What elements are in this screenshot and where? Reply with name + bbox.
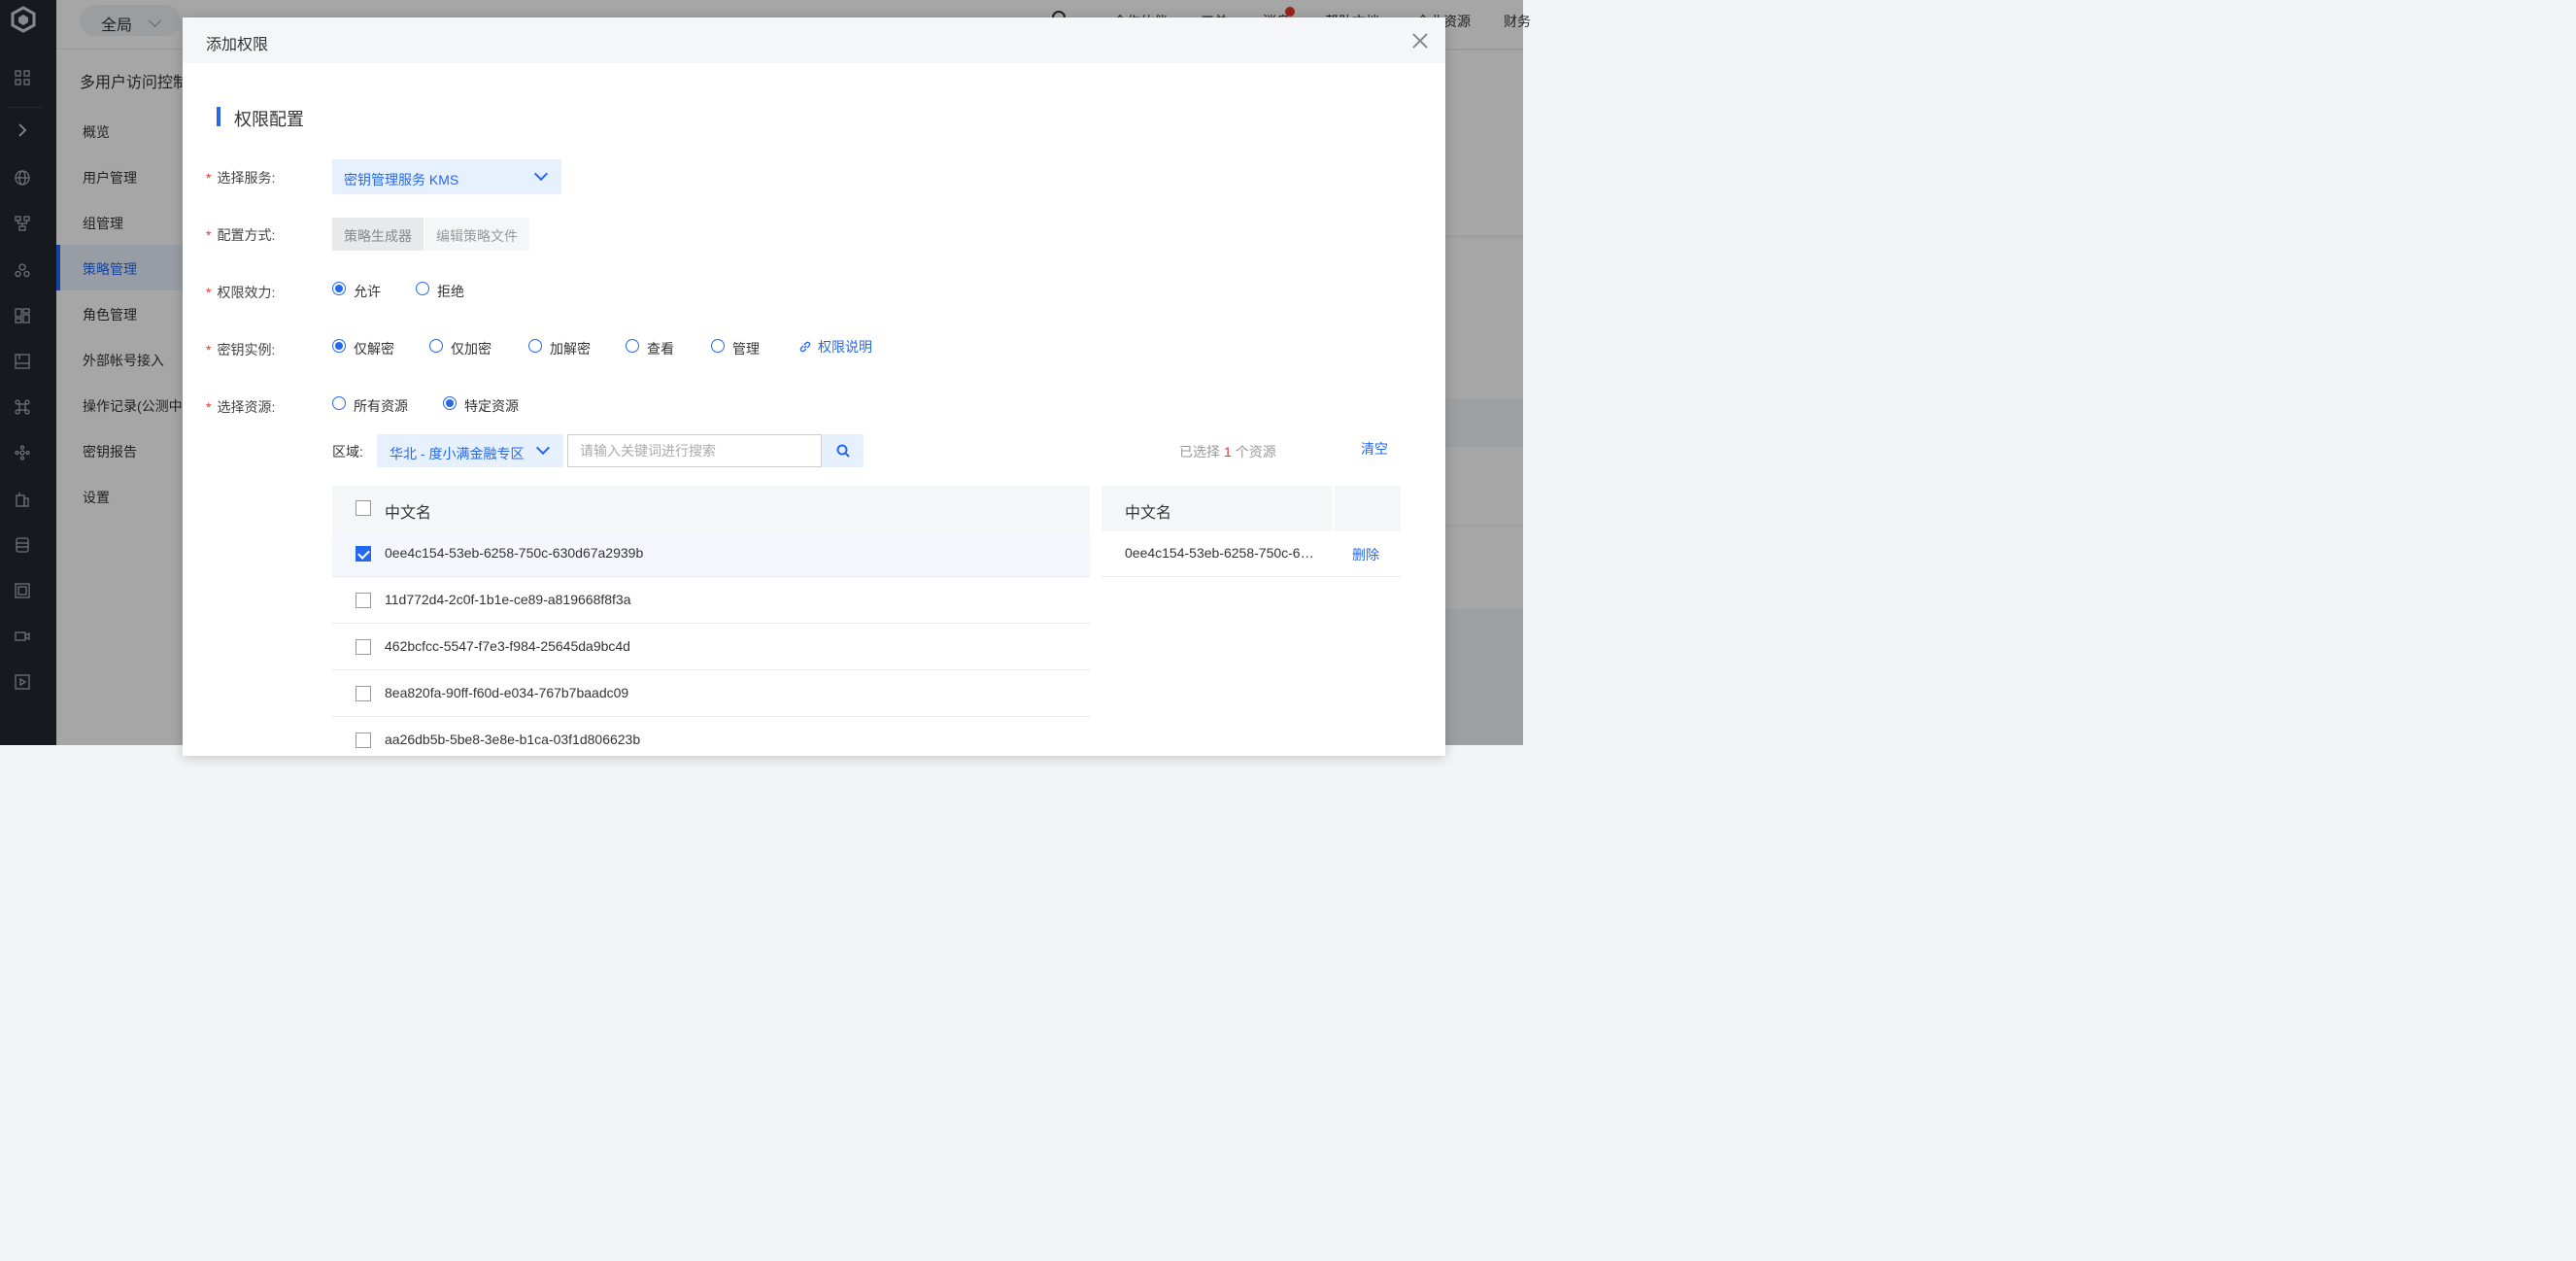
row-name: 0ee4c154-53eb-6258-750c-630d67a2939b [385, 545, 644, 561]
row-name: 11d772d4-2c0f-1b1e-ce89-a819668f8f3a [385, 592, 631, 607]
selected-table-header-action [1335, 486, 1401, 531]
row-checkbox[interactable] [356, 593, 371, 608]
effect-label-text: 权限效力: [217, 285, 276, 300]
search-button[interactable] [822, 434, 864, 467]
region-select-value: 华北 - 度小满金融专区 [390, 446, 525, 461]
instance-label: * 密钥实例: [206, 340, 275, 359]
service-select[interactable]: 密钥管理服务 KMS [332, 159, 561, 194]
column-header-name: 中文名 [385, 505, 432, 522]
config-label-text: 配置方式: [217, 227, 276, 243]
selected-count: 1 [1224, 444, 1232, 460]
edit-policy-file-label: 编辑策略文件 [436, 228, 518, 244]
service-label-text: 选择服务: [217, 170, 276, 186]
dialog-title: 添加权限 [206, 37, 269, 53]
close-icon[interactable] [1410, 31, 1430, 51]
required-mark: * [206, 227, 212, 243]
table-row[interactable]: 0ee4c154-53eb-6258-750c-630d67a2939b [332, 531, 1090, 577]
resource-specific-radio[interactable]: 特定资源 [443, 396, 519, 416]
section-title: 权限配置 [217, 106, 304, 131]
selected-table-header: 中文名 [1102, 486, 1333, 531]
effect-allow-radio[interactable]: 允许 [332, 282, 381, 301]
region-select[interactable]: 华北 - 度小满金融专区 [377, 434, 563, 467]
instance-decrypt-only-radio[interactable]: 仅解密 [332, 339, 394, 358]
required-mark: * [206, 399, 212, 415]
row-checkbox[interactable] [356, 733, 371, 748]
row-checkbox[interactable] [356, 686, 371, 701]
table-header: 中文名 [332, 486, 1090, 531]
region-label: 区域: [332, 444, 363, 460]
table-row[interactable]: 11d772d4-2c0f-1b1e-ce89-a819668f8f3a [332, 578, 1090, 624]
service-label: * 选择服务: [206, 168, 275, 187]
row-name: 8ea820fa-90ff-f60d-e034-767b7baadc09 [385, 685, 629, 700]
dialog-header: 添加权限 [183, 17, 1445, 63]
row-checkbox[interactable] [356, 546, 371, 562]
required-mark: * [206, 170, 212, 186]
resource-all-radio[interactable]: 所有资源 [332, 396, 408, 416]
config-label: * 配置方式: [206, 225, 275, 245]
effect-label: * 权限效力: [206, 283, 275, 302]
chevron-down-icon [535, 440, 551, 456]
policy-generator-label: 策略生成器 [344, 228, 412, 244]
selected-count-text: 已选择 1 个资源 [1179, 442, 1276, 461]
instance-encrypt-decrypt-radio[interactable]: 加解密 [528, 339, 591, 358]
instance-manage-radio[interactable]: 管理 [711, 339, 760, 358]
table-row[interactable]: aa26db5b-5be8-3e8e-b1ca-03f1d806623b [332, 718, 1090, 764]
row-checkbox[interactable] [356, 639, 371, 655]
instance-view-radio[interactable]: 查看 [626, 339, 674, 358]
selected-suffix: 个资源 [1235, 444, 1276, 460]
search-icon [836, 444, 850, 458]
edit-policy-file-tab[interactable]: 编辑策略文件 [424, 218, 529, 251]
permission-help-label: 权限说明 [818, 339, 872, 355]
resource-label-text: 选择资源: [217, 399, 276, 415]
row-name: 462bcfcc-5547-f7e3-f984-25645da9bc4d [385, 638, 630, 654]
chevron-down-icon [533, 166, 549, 182]
row-name: aa26db5b-5be8-3e8e-b1ca-03f1d806623b [385, 732, 641, 747]
policy-generator-tab[interactable]: 策略生成器 [332, 218, 424, 251]
required-mark: * [206, 342, 212, 358]
required-mark: * [206, 285, 212, 300]
instance-encrypt-only-radio[interactable]: 仅加密 [429, 339, 491, 358]
resource-label: * 选择资源: [206, 397, 275, 417]
selected-prefix: 已选择 [1179, 444, 1220, 460]
resource-search-input[interactable] [567, 434, 822, 467]
add-permission-dialog: 添加权限 权限配置 * 选择服务: 密钥管理服务 KMS * 配置方式: 策略生成器… [183, 17, 1445, 764]
effect-deny-radio[interactable]: 拒绝 [416, 282, 464, 301]
table-row[interactable]: 462bcfcc-5547-f7e3-f984-25645da9bc4d [332, 625, 1090, 670]
delete-button[interactable]: 删除 [1352, 545, 1379, 564]
selected-column-header-name: 中文名 [1125, 505, 1172, 522]
selected-row-name: 0ee4c154-53eb-6258-750c-630d67a2939b [1125, 545, 1319, 561]
clear-selection-button[interactable]: 清空 [1361, 439, 1388, 459]
selected-row: 0ee4c154-53eb-6258-750c-630d67a2939b 删除 [1102, 531, 1401, 577]
permission-help-link[interactable]: 权限说明 [798, 337, 872, 357]
select-all-checkbox[interactable] [356, 500, 371, 516]
table-row[interactable]: 8ea820fa-90ff-f60d-e034-767b7baadc09 [332, 671, 1090, 717]
link-icon [799, 341, 811, 353]
instance-label-text: 密钥实例: [217, 342, 276, 358]
service-select-value: 密钥管理服务 KMS [344, 172, 459, 187]
